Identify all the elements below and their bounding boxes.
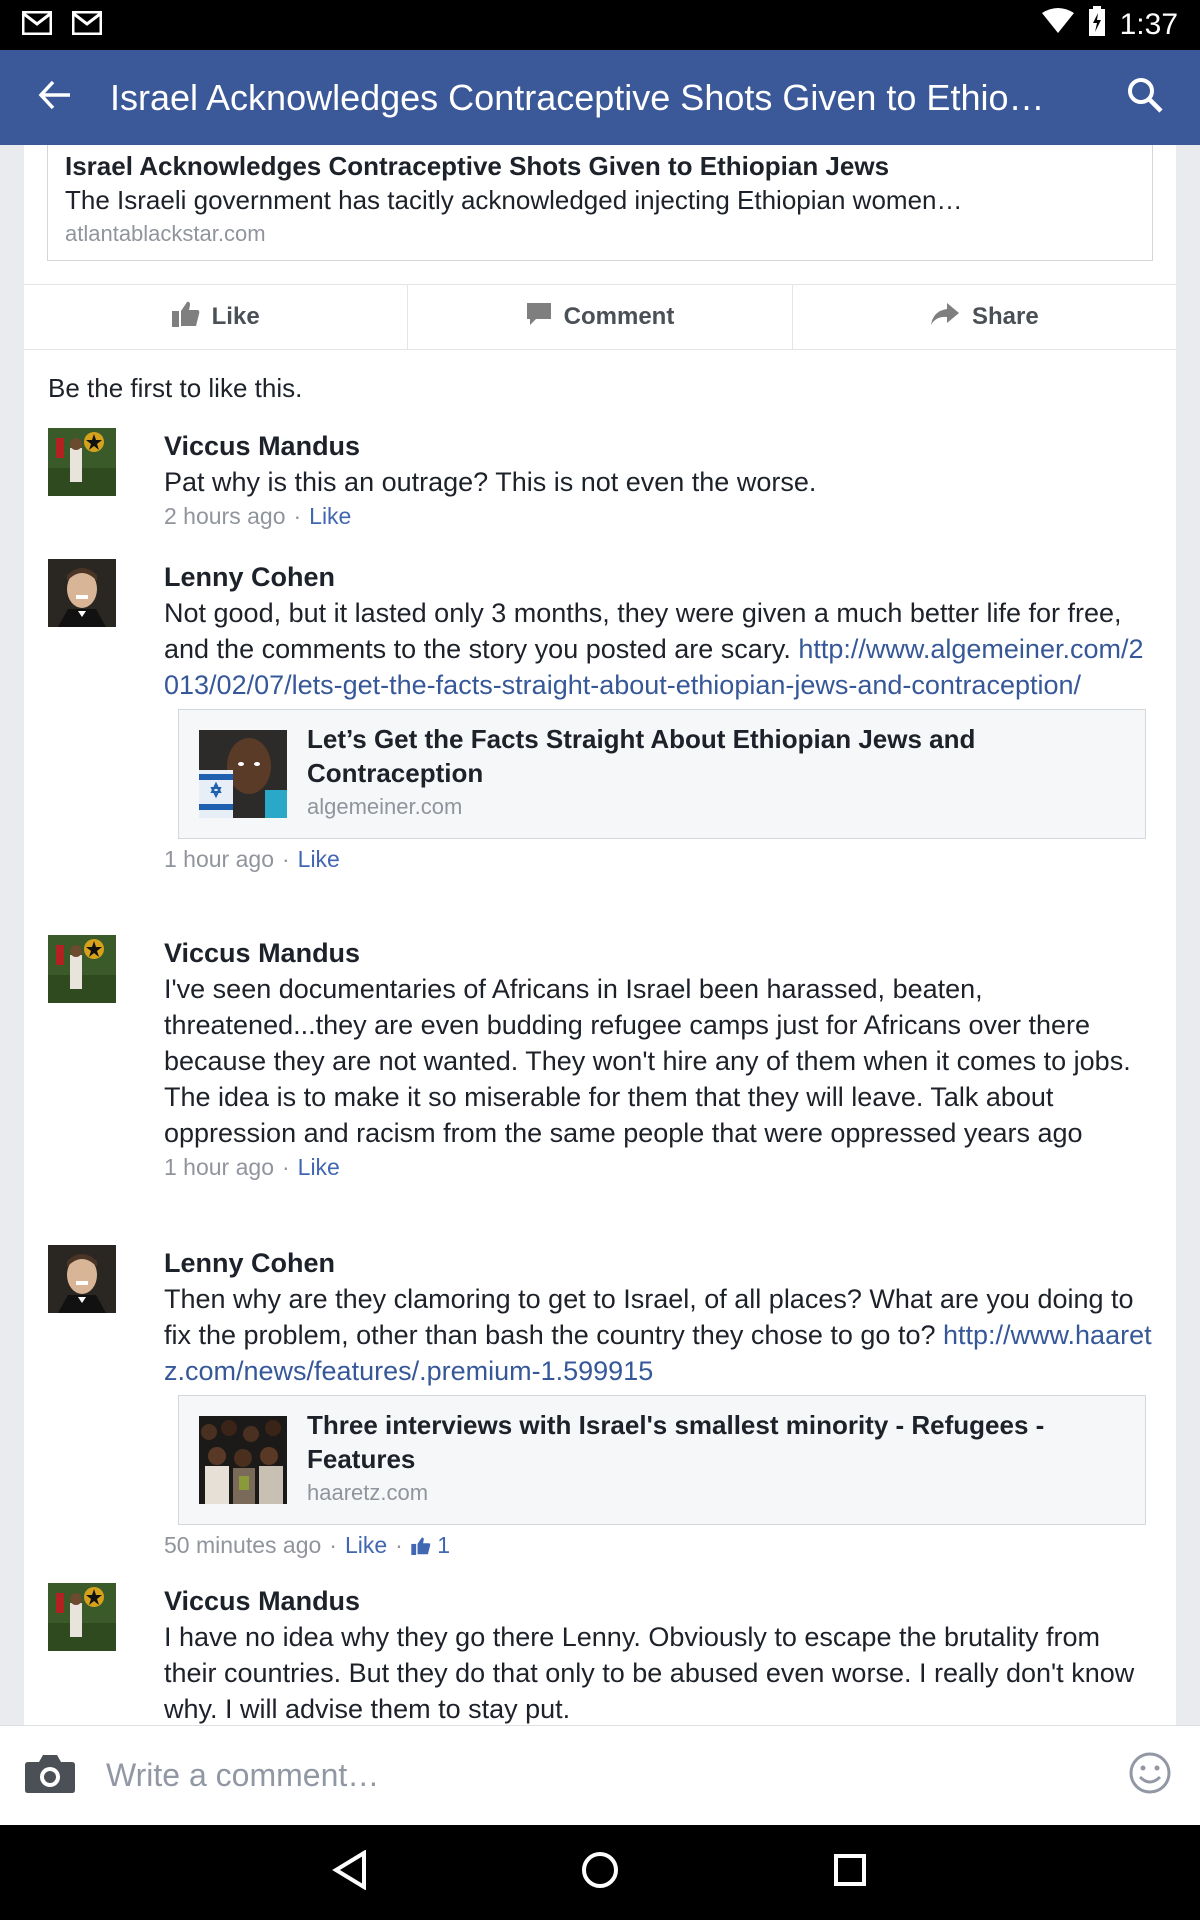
shared-link-title: Israel Acknowledges Contraceptive Shots …	[65, 151, 890, 181]
smiley-icon	[1128, 1751, 1172, 1800]
comment-author[interactable]: Lenny Cohen	[164, 1245, 1158, 1281]
link-card-title: Three interviews with Israel's smallest …	[307, 1410, 1045, 1474]
link-card-domain: haaretz.com	[307, 1480, 429, 1505]
gmail-icon	[21, 10, 53, 40]
link-thumbnail	[199, 730, 287, 818]
comment-time: 1 hour ago	[164, 846, 274, 872]
post-panel: Israel Acknowledges Contraceptive Shots …	[24, 145, 1176, 1725]
comment-label: Comment	[563, 303, 675, 330]
shared-link-description: The Israeli government has tacitly ackno…	[65, 185, 963, 215]
search-button[interactable]	[1090, 50, 1200, 145]
nav-recents-button[interactable]	[815, 1838, 885, 1908]
avatar[interactable]	[48, 559, 116, 627]
camera-button[interactable]	[0, 1752, 100, 1799]
comment-meta: 1 hour ago · Like	[164, 846, 340, 872]
avatar[interactable]	[48, 1583, 116, 1651]
post-content[interactable]: Israel Acknowledges Contraceptive Shots …	[0, 145, 1200, 1725]
comment-author[interactable]: Viccus Mandus	[164, 428, 1158, 464]
shared-link-domain: atlantablackstar.com	[65, 221, 266, 246]
comment-meta: 2 hours ago · Like	[164, 503, 352, 529]
comment-like-button[interactable]: Like	[345, 1532, 387, 1558]
link-thumbnail	[199, 1416, 287, 1504]
system-nav-bar	[0, 1825, 1200, 1920]
post-actions: Like Comment Share	[24, 284, 1176, 350]
comment-like-count[interactable]: 1	[411, 1532, 450, 1558]
link-card-title: Let’s Get the Facts Straight About Ethio…	[307, 724, 976, 788]
circle-home-icon	[581, 1851, 619, 1894]
comment-like-button[interactable]: Like	[298, 846, 340, 872]
comment-meta: 1 hour ago · Like	[164, 1154, 340, 1180]
comment-time: 2 hours ago	[164, 503, 286, 529]
nav-back-button[interactable]	[315, 1838, 385, 1908]
comment-like-button[interactable]: Like	[309, 503, 351, 529]
status-bar: 1:37	[0, 0, 1200, 50]
emoji-button[interactable]	[1100, 1751, 1200, 1800]
battery-icon	[1088, 6, 1106, 44]
comment-input[interactable]	[100, 1725, 1100, 1826]
comment-text: Then why are they clamoring to get to Is…	[164, 1281, 1158, 1389]
comment-composer	[0, 1725, 1200, 1826]
page-title: Israel Acknowledges Contraceptive Shots …	[110, 76, 1073, 118]
comment-link-card[interactable]: Three interviews with Israel's smallest …	[178, 1395, 1146, 1525]
likes-summary: Be the first to like this.	[48, 373, 303, 403]
like-count-value: 1	[437, 1532, 451, 1558]
comment-meta: 50 minutes ago · Like · 1	[164, 1532, 451, 1558]
comment-author[interactable]: Viccus Mandus	[164, 935, 1158, 971]
comment-button[interactable]: Comment	[408, 285, 793, 349]
shared-link-card[interactable]: Israel Acknowledges Contraceptive Shots …	[47, 145, 1153, 261]
share-button[interactable]: Share	[793, 285, 1176, 349]
back-button[interactable]	[0, 50, 110, 145]
comment-text: Not good, but it lasted only 3 months, t…	[164, 595, 1158, 703]
triangle-back-icon	[332, 1849, 368, 1895]
avatar[interactable]	[48, 935, 116, 1003]
comment-icon	[526, 301, 552, 334]
app-bar: Israel Acknowledges Contraceptive Shots …	[0, 50, 1200, 145]
comment-time: 1 hour ago	[164, 1154, 274, 1180]
avatar[interactable]	[48, 428, 116, 496]
comment-text: I've seen documentaries of Africans in I…	[164, 974, 1131, 1148]
comment-time: 50 minutes ago	[164, 1532, 322, 1558]
camera-icon	[24, 1752, 76, 1799]
like-button[interactable]: Like	[24, 285, 409, 349]
comment-text: Pat why is this an outrage? This is not …	[164, 467, 817, 497]
comment-author[interactable]: Viccus Mandus	[164, 1583, 1158, 1619]
nav-home-button[interactable]	[565, 1838, 635, 1908]
thumbs-up-icon	[411, 1532, 431, 1558]
thumbs-up-icon	[171, 301, 200, 334]
like-label: Like	[211, 303, 260, 330]
square-recents-icon	[833, 1853, 867, 1892]
comment-like-button[interactable]: Like	[298, 1154, 340, 1180]
comment-author[interactable]: Lenny Cohen	[164, 559, 1158, 595]
avatar[interactable]	[48, 1245, 116, 1313]
comment-link-card[interactable]: Let’s Get the Facts Straight About Ethio…	[178, 709, 1146, 839]
wifi-icon	[1041, 8, 1074, 42]
clock: 1:37	[1119, 8, 1178, 41]
search-icon	[1127, 77, 1163, 118]
gmail-icon	[71, 10, 103, 40]
share-label: Share	[971, 303, 1039, 330]
comment-text: I have no idea why they go there Lenny. …	[164, 1622, 1135, 1724]
arrow-left-icon	[38, 80, 72, 115]
share-arrow-icon	[930, 302, 960, 333]
link-card-domain: algemeiner.com	[307, 794, 463, 819]
